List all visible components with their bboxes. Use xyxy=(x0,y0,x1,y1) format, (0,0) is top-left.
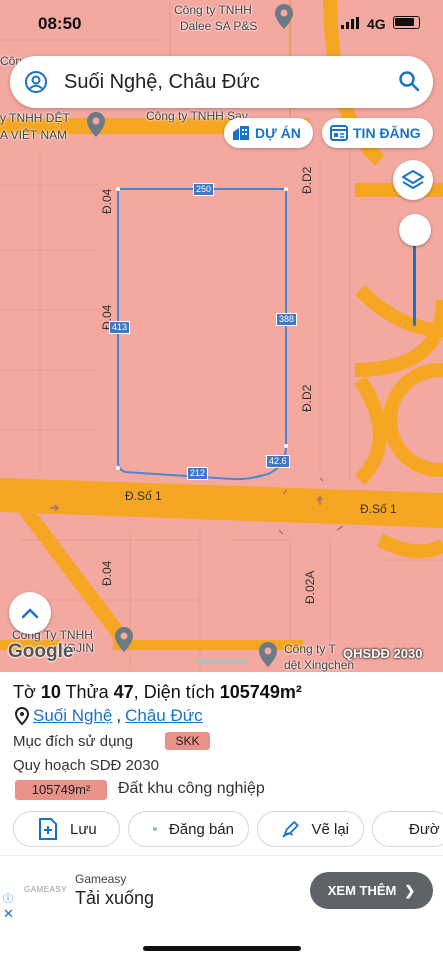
bottom-safe-area xyxy=(0,921,443,960)
ad-close-icon[interactable]: ✕ xyxy=(3,906,14,922)
opacity-slider-track[interactable] xyxy=(413,240,416,326)
opacity-slider-handle[interactable] xyxy=(399,214,431,246)
road-label: Đ.Số 1 xyxy=(360,502,397,516)
listing-icon xyxy=(330,125,348,141)
status-bar: 08:50 4G xyxy=(0,0,443,48)
status-time: 08:50 xyxy=(38,14,82,33)
plan-land-type: Đất khu công nghiệp xyxy=(118,780,265,797)
ad-sponsor: Gameasy xyxy=(75,872,127,886)
purpose-code-badge: SKK xyxy=(165,732,210,750)
parcel-title: Tờ 10 Thửa 47, Diện tích 105749m² xyxy=(13,682,302,702)
poi-label[interactable]: y TNHH DỆT xyxy=(0,111,70,125)
parcel-location: Suối Nghệ, Châu Đức xyxy=(15,706,203,726)
signal-icon xyxy=(341,17,359,29)
ad-info-icon[interactable]: ⓘ xyxy=(3,890,13,905)
expand-up-button[interactable] xyxy=(9,592,51,634)
home-indicator xyxy=(143,946,301,951)
road-label: Đ.02A xyxy=(303,570,317,604)
district-link[interactable]: Châu Đức xyxy=(125,706,203,726)
ad-title: Tải xuống xyxy=(75,888,155,908)
redraw-button[interactable]: Vẽ lại xyxy=(257,811,364,847)
road-label: Đ.D2 xyxy=(300,166,314,194)
post-sale-button[interactable]: Đăng bán xyxy=(128,811,249,847)
network-type: 4G xyxy=(367,16,386,32)
chevron-up-icon xyxy=(21,608,39,619)
directions-button[interactable]: Đườ xyxy=(372,811,443,847)
road-label: Đ.04 xyxy=(100,188,114,214)
chevron-right-icon: ❯ xyxy=(404,882,416,898)
dimension-label-bottom: 212 xyxy=(187,467,209,480)
search-icon[interactable] xyxy=(398,70,420,92)
layers-button[interactable] xyxy=(393,160,433,200)
map-view[interactable]: Công ty TNHH Dalee SA P&S Công Công ty T… xyxy=(0,0,443,672)
du-an-button[interactable]: DỰ ÁN xyxy=(224,118,313,148)
dimension-label-right: 388 xyxy=(276,313,298,326)
layers-icon xyxy=(402,170,424,189)
account-icon[interactable] xyxy=(24,70,48,94)
search-input[interactable] xyxy=(64,66,384,98)
road-label: Đ.04 xyxy=(100,560,114,586)
parcel-info-sheet[interactable]: Tờ 10 Thửa 47, Diện tích 105749m² Suối N… xyxy=(0,659,443,855)
draw-pen-icon xyxy=(282,821,299,838)
sheet-drag-handle[interactable] xyxy=(196,659,248,664)
dimension-label-top: 250 xyxy=(193,183,215,196)
purpose-label: Mục đích sử dụng xyxy=(13,733,134,750)
commune-link[interactable]: Suối Nghệ xyxy=(33,706,112,726)
poi-label[interactable]: A VIỆT NAM xyxy=(0,128,67,142)
plan-area-badge: 105749m² xyxy=(15,780,107,800)
action-buttons: Lưu Đăng bán Vẽ lại Đườ xyxy=(13,811,443,847)
dimension-label-corner: 42.6 xyxy=(266,455,290,468)
buildings-icon xyxy=(233,126,249,140)
google-logo: Google xyxy=(8,641,74,662)
ad-logo: GAMEASY xyxy=(24,885,68,894)
battery-icon xyxy=(393,16,420,29)
save-button[interactable]: Lưu xyxy=(13,811,120,847)
dimension-label-left: 413 xyxy=(109,321,131,334)
listing-icon xyxy=(153,827,157,831)
du-an-label: DỰ ÁN xyxy=(255,125,301,141)
road-label: Đ.Số 1 xyxy=(125,489,162,503)
search-bar[interactable] xyxy=(10,56,433,108)
ad-cta-button[interactable]: XEM THÊM ❯ xyxy=(310,872,433,909)
add-document-icon xyxy=(39,818,57,840)
poi-label[interactable]: Công ty T xyxy=(284,642,336,656)
road-label: Đ.D2 xyxy=(300,384,314,412)
location-pin-icon xyxy=(15,707,29,725)
tin-dang-button[interactable]: TIN ĐĂNG xyxy=(322,118,433,148)
parcel-outline xyxy=(117,188,287,481)
ad-banner[interactable]: GAMEASY Gameasy Tải xuống XEM THÊM ❯ ⓘ ✕ xyxy=(0,855,443,921)
plan-label: Quy hoạch SDĐ 2030 xyxy=(13,757,159,774)
tin-dang-label: TIN ĐĂNG xyxy=(353,125,421,141)
map-layer-tag: QHSDĐ 2030 xyxy=(343,646,423,661)
